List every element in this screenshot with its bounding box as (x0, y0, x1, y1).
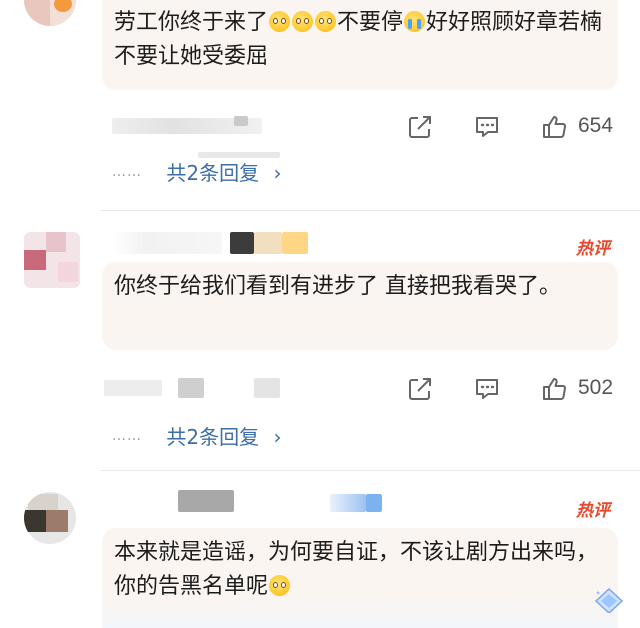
divider (100, 470, 640, 471)
thumbs-up-icon[interactable] (540, 375, 568, 403)
comment-bubble: 本来就是造谣，为何要自证，不该让剧方出来吗，你的告黑名单呢 (102, 528, 618, 628)
thumbs-up-icon[interactable] (540, 113, 568, 141)
chevron-right-icon: › (273, 161, 282, 185)
comment-text: 不要停 (337, 10, 404, 35)
comment-3: 热评 本来就是造谣，为何要自证，不该让剧方出来吗，你的告黑名单呢 (0, 472, 640, 628)
author-badge (330, 494, 382, 516)
comment-actions: 654 (0, 110, 640, 144)
flushed-emoji (269, 575, 291, 596)
avatar[interactable] (24, 232, 80, 288)
chevron-right-icon: › (273, 425, 282, 449)
share-icon[interactable] (406, 375, 434, 403)
rolling-eyes-emoji (292, 11, 314, 32)
comment-meta (254, 378, 280, 398)
comment-bubble: 劳工你终于来了 不要停 好好照顾好章若楠不要让她受委屈 (102, 0, 618, 90)
like-count: 654 (578, 114, 614, 137)
comment-1: 劳工你终于来了不要停好好照顾好章若楠不要让她受委屈 654 …… 共2条回复 (0, 0, 640, 200)
hot-comment-badge: 热评 (576, 501, 610, 521)
reply-dots: …… (112, 164, 142, 180)
reply-dots: …… (112, 428, 142, 444)
diamond-sparkle-icon (592, 587, 626, 615)
comment-actions: 502 (0, 372, 640, 406)
comment-meta (178, 378, 204, 398)
comment-text: 本来就是造谣，为何要自证，不该让剧方出来吗，你的告黑名单呢 (114, 540, 599, 599)
author-badge (230, 232, 310, 254)
comment-text: 你终于给我们看到有进步了 直接把我看哭了。 (114, 274, 561, 299)
avatar[interactable] (24, 492, 76, 544)
divider (100, 210, 640, 211)
rolling-eyes-emoji (269, 11, 291, 32)
comment-icon[interactable] (473, 375, 501, 403)
share-icon[interactable] (406, 113, 434, 141)
comment-bubble: 你终于给我们看到有进步了 直接把我看哭了。 (102, 262, 618, 350)
avatar[interactable] (24, 0, 76, 26)
comment-icon[interactable] (473, 113, 501, 141)
rolling-eyes-emoji (315, 11, 337, 32)
comment-2: 热评 你终于给我们看到有进步了 直接把我看哭了。 502 …… 共2条回复 › (0, 212, 640, 462)
comment-meta (104, 380, 162, 396)
crying-emoji (404, 11, 426, 32)
like-count: 502 (578, 376, 614, 399)
hot-comment-badge: 热评 (576, 239, 610, 259)
comment-text: 劳工你终于来了 (114, 10, 269, 35)
replies-link[interactable]: 共2条回复 (166, 161, 259, 185)
replies-link[interactable]: 共2条回复 (166, 425, 259, 449)
reply-toggle[interactable]: …… 共2条回复 › (112, 422, 281, 450)
reply-toggle[interactable]: …… 共2条回复 › (112, 158, 281, 186)
author-name[interactable] (178, 490, 238, 512)
reply-author-blur (198, 152, 280, 158)
comment-meta (234, 116, 248, 126)
